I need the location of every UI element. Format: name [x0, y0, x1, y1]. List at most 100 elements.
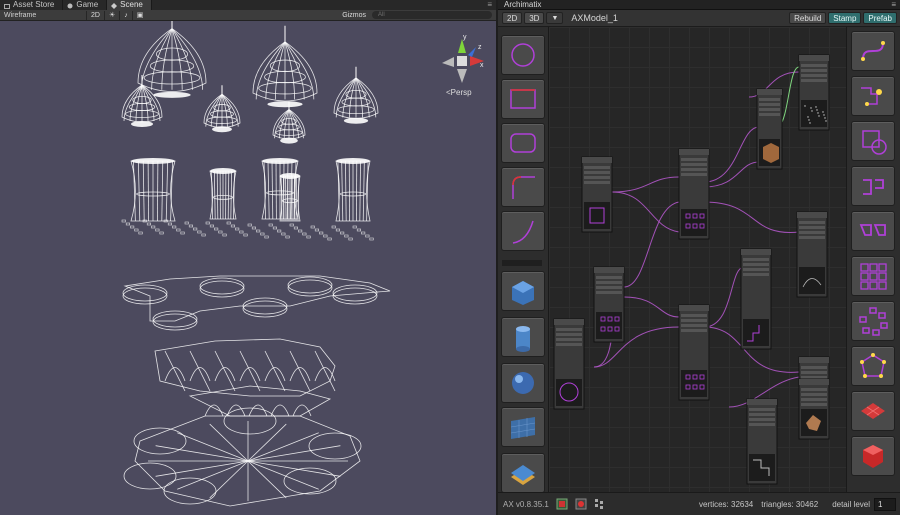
right-tool-floor-tile-icon[interactable] — [851, 391, 895, 431]
neg-y-cone — [457, 69, 467, 83]
node-wire-4[interactable] — [703, 201, 800, 233]
app-root: Asset Store Game Scene ≡ Wireframe 2D ☀ … — [0, 0, 900, 515]
scene-viewport[interactable]: y z x <Persp — [0, 21, 496, 515]
left-tool-circle-shape-icon-glyph — [511, 43, 535, 67]
persp-label[interactable]: <Persp — [446, 88, 472, 97]
right-tool-pair-repeater-icon[interactable] — [851, 211, 895, 251]
scene-icon — [111, 2, 118, 9]
right-tool-shape-offset-icon[interactable] — [851, 121, 895, 161]
editor-title: Archimatix — [504, 0, 542, 9]
left-tool-box-mesh-icon-glyph — [512, 281, 534, 305]
right-tool-floor-tile-icon-glyph — [861, 403, 885, 419]
left-tool-plane-mesh-icon[interactable] — [501, 407, 545, 447]
shading-mode-dropdown[interactable]: Wireframe — [0, 12, 86, 19]
editor-titlebar: Archimatix ≡ — [498, 0, 900, 10]
bastion-0 — [122, 284, 168, 302]
right-tool-corner-shape-icon[interactable] — [851, 166, 895, 206]
left-tool-circle-shape-icon[interactable] — [501, 35, 545, 75]
scene-toolbar: Wireframe 2D ☀ ♪ ▣ Gizmos All — [0, 10, 496, 21]
orientation-gizmo[interactable]: y z x — [436, 34, 488, 87]
bastion-4 — [332, 284, 378, 302]
mode-2d-button[interactable]: 2D — [502, 12, 523, 24]
bastion-5 — [152, 310, 198, 328]
tab-scene-label: Scene — [120, 0, 143, 9]
left-tool-box-mesh-icon[interactable] — [501, 271, 545, 311]
left-tool-sphere-mesh-icon[interactable] — [501, 363, 545, 403]
right-tool-radial-repeater-icon[interactable] — [851, 301, 895, 341]
tab-menu-icon[interactable]: ≡ — [487, 0, 496, 10]
toggle-2d-button[interactable]: 2D — [86, 10, 104, 20]
node-wire-10[interactable] — [703, 266, 745, 328]
left-tool-fillet-curve-icon[interactable] — [501, 167, 545, 207]
tab-asset-store[interactable]: Asset Store — [0, 0, 64, 10]
left-tool-plane-mesh-icon-glyph — [510, 417, 536, 439]
audio-toggle-icon[interactable]: ♪ — [119, 10, 132, 20]
editor-header: 2D 3D ▼ AXModel_1 Rebuild Stamp Prefab — [498, 10, 900, 27]
palette-divider — [502, 260, 542, 266]
detail-level-field[interactable]: 1 — [874, 497, 896, 511]
right-tool-shape-offset-icon-glyph — [862, 130, 887, 155]
left-tool-sphere-mesh-icon-glyph — [512, 372, 534, 394]
base-bastion-1 — [223, 407, 277, 435]
right-tool-pair-repeater-icon-glyph — [859, 224, 886, 236]
base-bastion-4 — [163, 477, 217, 505]
editor-statusbar: AX v0.8.35.1 vertices: 32634 triangles: … — [498, 492, 900, 515]
persp-text: Persp — [450, 88, 472, 97]
right-tool-cube-red-icon-glyph — [863, 445, 883, 468]
right-tool-polygon-icon-glyph — [860, 353, 886, 378]
wireframe-model — [121, 21, 391, 507]
editor-menu-icon[interactable]: ≡ — [891, 0, 900, 9]
right-tool-bezier-icon-glyph — [861, 41, 885, 61]
left-tool-rounded-rect-icon[interactable] — [501, 123, 545, 163]
archimatix-editor: Archimatix ≡ 2D 3D ▼ AXModel_1 Rebuild S… — [498, 0, 900, 515]
left-tool-cylinder-mesh-icon[interactable] — [501, 317, 545, 357]
tab-asset-store-label: Asset Store — [13, 0, 55, 9]
left-tool-palette — [498, 27, 549, 492]
right-tool-shape-merger-icon[interactable] — [851, 76, 895, 116]
right-tool-polygon-icon[interactable] — [851, 346, 895, 386]
right-tool-radial-repeater-icon-glyph — [859, 307, 888, 336]
node-graph — [553, 54, 830, 485]
lighting-toggle-icon[interactable]: ☀ — [103, 10, 119, 20]
scene-tabbar: Asset Store Game Scene ≡ — [0, 0, 496, 10]
tab-scene[interactable]: Scene — [107, 0, 152, 10]
grid-status-icon[interactable] — [556, 498, 568, 510]
left-tool-arc-curve-icon-glyph — [512, 220, 534, 244]
bastion-1 — [199, 277, 245, 295]
node-graph-canvas[interactable] — [549, 27, 846, 492]
nodes-status-icon[interactable] — [594, 498, 606, 510]
gizmos-dropdown[interactable]: Gizmos — [336, 12, 372, 19]
gizmo-y-label: y — [463, 34, 467, 41]
rebuild-button[interactable]: Rebuild — [789, 12, 827, 24]
gizmo-x-label: x — [480, 62, 484, 69]
base-bastion-3 — [283, 467, 337, 495]
left-tool-arc-curve-icon[interactable] — [501, 211, 545, 251]
triangles-count: triangles: 30462 — [761, 499, 819, 509]
vertices-count: vertices: 32634 — [698, 499, 754, 509]
model-dropdown-icon[interactable]: ▼ — [546, 12, 564, 24]
right-tool-bezier-icon[interactable] — [851, 31, 895, 71]
left-tool-rounded-rect-icon-glyph — [510, 133, 536, 153]
left-tool-stairs-mesh-icon[interactable] — [501, 453, 545, 492]
node-wire-3[interactable] — [703, 161, 760, 188]
node-wire-0[interactable] — [611, 176, 680, 193]
right-tool-grid-repeater-icon[interactable] — [851, 256, 895, 296]
right-tool-cube-red-icon[interactable] — [851, 436, 895, 476]
node-wire-1[interactable] — [611, 191, 680, 233]
mode-3d-button[interactable]: 3D — [524, 12, 545, 24]
left-tool-rectangle-shape-icon[interactable] — [501, 79, 545, 119]
stamp-button[interactable]: Stamp — [828, 12, 862, 24]
prefab-button[interactable]: Prefab — [863, 12, 897, 24]
node-wire-2[interactable] — [703, 126, 760, 183]
right-tool-shape-merger-icon-glyph — [861, 87, 882, 106]
base-bastion-0 — [133, 427, 187, 455]
z-axis-cone — [468, 47, 476, 57]
record-status-icon[interactable] — [575, 498, 587, 510]
effects-toggle-icon[interactable]: ▣ — [131, 10, 148, 20]
tab-game[interactable]: Game — [63, 0, 108, 10]
neg-x-cone — [442, 57, 454, 67]
node-wire-13[interactable] — [623, 201, 680, 288]
left-tool-rectangle-shape-icon-glyph — [510, 89, 536, 109]
scene-search-input[interactable]: All — [372, 11, 492, 19]
node-wire-7[interactable] — [623, 296, 680, 318]
